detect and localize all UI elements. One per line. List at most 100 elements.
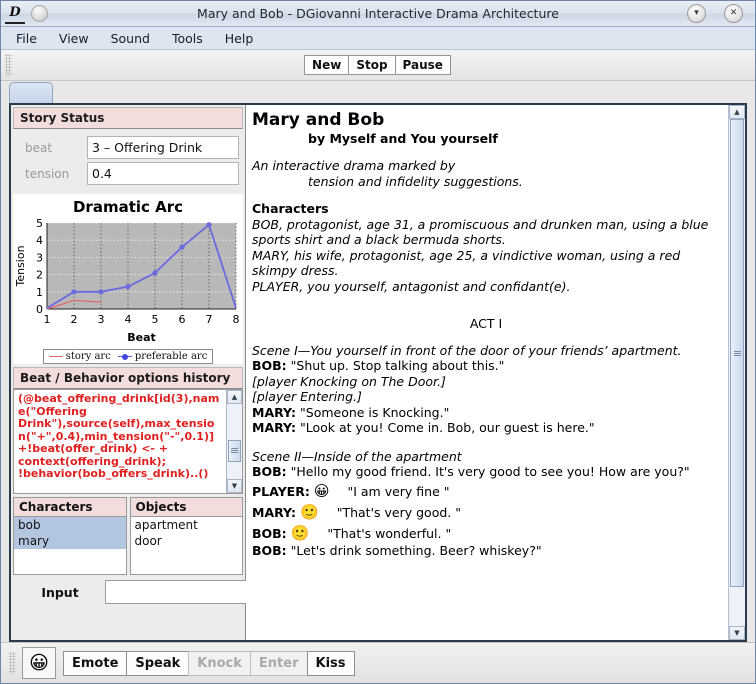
titlebar-menu-button[interactable] [31,5,48,22]
list-item[interactable]: door [131,533,243,549]
main-toolbar: New Stop Pause [1,50,755,81]
speaker-label: BOB: [252,358,287,373]
title-bar: D Mary and Bob - DGiovanni Interactive D… [1,1,755,27]
scroll-thumb-grip-icon [231,448,238,454]
dialogue-text: "Look at you! Come in. Bob, our guest is… [296,420,595,435]
svg-text:5: 5 [36,217,43,230]
list-item[interactable]: apartment [131,517,243,533]
speaker-label: MARY: [252,404,297,420]
characters-list-body[interactable]: bob mary [13,517,127,575]
scene-heading: Scene I—You yourself in front of the doo… [252,342,682,358]
dialogue-text: "Someone is Knocking." [296,404,450,420]
svg-text:6: 6 [179,313,186,326]
list-item[interactable]: mary [14,533,126,549]
scroll-down-icon[interactable]: ▼ [729,626,745,640]
svg-text:0: 0 [36,303,43,316]
scroll-up-icon[interactable]: ▲ [227,390,242,404]
smiling-face-icon: 🙂 [300,503,319,521]
dialogue-line-with-emote: BOB: 🙂 "That's wonderful. " [252,525,720,543]
input-label: Input [41,584,79,600]
character-description: MARY, his wife, protagonist, age 25, a v… [252,247,681,279]
dialogue-line: BOB: "Shut up. Stop talking about this." [252,358,720,374]
chart-title: Dramatic Arc [72,198,184,216]
new-button[interactable]: New [304,55,350,75]
pause-button[interactable]: Pause [394,55,451,75]
left-panel: Story Status beat 3 – Offering Drink ten… [11,105,288,640]
story-title: Mary and Bob [252,110,385,130]
tab-strip [1,81,755,103]
current-emote-icon[interactable]: 😀 [22,647,56,679]
story-scrollbar[interactable]: ▲ ▼ [728,105,745,640]
characters-heading: Characters [252,201,329,216]
legend-swatch-point-icon [117,354,132,360]
story-blurb: An interactive drama marked by tension a… [252,158,720,190]
dramatic-arc-chart: Dramatic Arc 0 1 2 3 4 5 1 2 3 4 5 6 7 8 Beat Tension s… [13,194,243,364]
story-text-area: Mary and Bob by Myself and You yourself … [246,105,728,640]
svg-text:Beat: Beat [127,331,156,344]
menu-view[interactable]: View [50,29,98,48]
svg-text:4: 4 [125,313,132,326]
stage-direction: [player Knocking on The Door.] [252,373,446,389]
svg-text:4: 4 [36,234,43,247]
tab-story[interactable] [9,82,53,103]
scroll-thumb[interactable] [228,440,241,462]
tension-value[interactable]: 0.4 [87,162,239,185]
list-item[interactable]: bob [14,517,126,533]
speak-button[interactable]: Speak [126,650,190,676]
grinning-face-icon: 😀 [313,482,330,500]
menu-help[interactable]: Help [216,29,263,48]
scene-heading: Scene II—Inside of the apartment [252,448,462,464]
kiss-button[interactable]: Kiss [306,650,355,676]
stage-direction: [player Entering.] [252,389,362,404]
scroll-up-icon[interactable]: ▲ [729,105,745,119]
behavior-history-header: Beat / Behavior options history [13,367,243,389]
svg-text:2: 2 [36,269,43,282]
speaker-label: BOB: [252,542,287,558]
smiling-face-icon: 🙂 [290,524,310,542]
behavior-history-scrollbar[interactable]: ▲ ▼ [226,390,242,493]
menu-tools[interactable]: Tools [163,29,212,48]
chart-plot-area: 0123451 2 3 4 5 6 7 8BeatTension [14,217,240,344]
close-icon[interactable]: ✕ [724,4,743,23]
knock-button: Knock [188,650,251,676]
story-blurb-line1: An interactive drama marked by [252,158,456,173]
bottombar-drag-handle[interactable] [9,652,16,674]
chart-legend: story arc preferable arc [13,349,243,364]
svg-text:7: 7 [206,313,213,326]
speaker-label: BOB: [252,464,287,479]
scroll-track[interactable] [227,404,242,479]
story-status-header: Story Status [13,107,243,129]
speaker-label: MARY: [252,504,297,520]
emote-button[interactable]: Emote [63,650,128,676]
story-blurb-line2: tension and infidelity suggestions. [308,174,523,189]
menu-file[interactable]: File [7,29,46,48]
application-window: D Mary and Bob - DGiovanni Interactive D… [0,0,756,684]
svg-text:2: 2 [71,313,78,326]
menu-bar: File View Sound Tools Help [1,27,755,50]
objects-list-body[interactable]: apartment door [129,517,243,575]
characters-list-panel: Characters bob mary [13,497,127,575]
app-logo-icon: D [5,4,25,24]
scroll-thumb[interactable] [730,119,744,588]
svg-text:1: 1 [36,286,43,299]
svg-text:1: 1 [44,313,51,326]
svg-text:Tension: Tension [14,245,27,287]
dialogue-text: "Shut up. Stop talking about this." [286,358,505,373]
minimize-icon[interactable]: ▾ [687,4,706,23]
scroll-thumb-grip-icon [733,350,741,356]
right-panel: Mary and Bob by Myself and You yourself … [246,105,745,640]
character-description: BOB, protagonist, age 31, a promiscuous … [252,216,709,248]
beat-value[interactable]: 3 – Offering Drink [87,136,239,159]
window-controls: ▾ ✕ [687,4,755,23]
stop-button[interactable]: Stop [348,55,396,75]
dialogue-line: MARY: "Look at you! Come in. Bob, our gu… [252,420,720,436]
menu-sound[interactable]: Sound [102,29,159,48]
story-byline: by Myself and You yourself [308,131,498,146]
speaker-label: MARY: [252,420,297,435]
scroll-track[interactable] [729,119,745,626]
scroll-down-icon[interactable]: ▼ [227,479,242,493]
act-heading: ACT I [469,316,503,331]
objects-list-panel: Objects apartment door [129,497,243,575]
tension-label: tension [25,166,70,181]
dialogue-text: "Hello my good friend. It's very good to… [286,464,690,479]
